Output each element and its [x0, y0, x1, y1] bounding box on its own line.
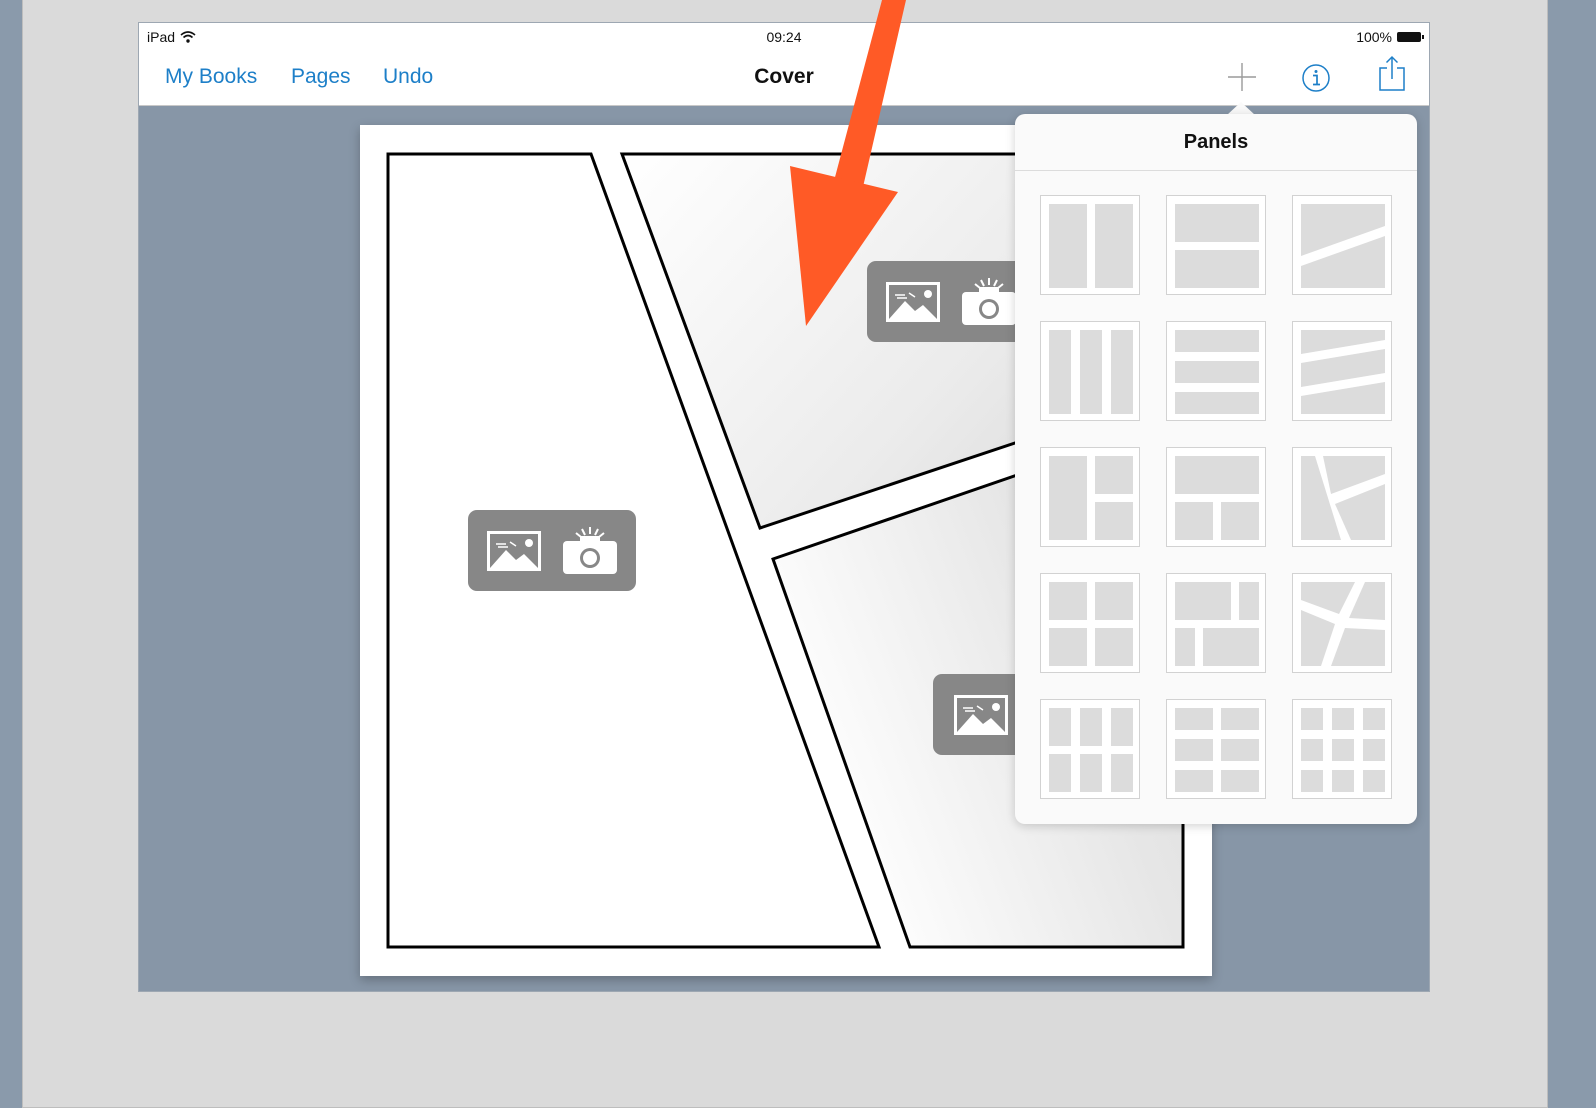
row-plus-two-layout-icon — [1175, 456, 1259, 540]
six-grid-rows-layout-icon — [1049, 708, 1133, 792]
layout-two-slanted[interactable] — [1292, 195, 1392, 295]
popover-title: Panels — [1015, 114, 1417, 171]
layout-six-grid-cols[interactable] — [1166, 699, 1266, 799]
four-angled-layout-icon — [1301, 582, 1385, 666]
two-rows-layout-icon — [1175, 204, 1259, 288]
layout-row-plus-two[interactable] — [1166, 447, 1266, 547]
info-icon[interactable] — [1301, 63, 1331, 93]
layout-column-plus-two[interactable] — [1040, 447, 1140, 547]
photo-library-icon — [487, 530, 541, 571]
three-columns-layout-icon — [1049, 330, 1133, 414]
camera-icon — [563, 526, 617, 574]
layout-three-slanted[interactable] — [1292, 321, 1392, 421]
layout-three-angled[interactable] — [1292, 447, 1392, 547]
column-plus-two-layout-icon — [1049, 456, 1133, 540]
camera-icon — [962, 277, 1016, 325]
layout-three-columns[interactable] — [1040, 321, 1140, 421]
battery-percent: 100% — [1356, 29, 1392, 45]
layout-three-rows[interactable] — [1166, 321, 1266, 421]
six-grid-cols-layout-icon — [1175, 708, 1259, 792]
plus-icon[interactable] — [1227, 61, 1257, 95]
layout-two-columns[interactable] — [1040, 195, 1140, 295]
status-right: 100% — [1356, 29, 1424, 45]
nine-grid-layout-icon — [1301, 708, 1385, 792]
layout-four-angled[interactable] — [1292, 573, 1392, 673]
four-mixed-layout-icon — [1175, 582, 1259, 666]
layout-two-rows[interactable] — [1166, 195, 1266, 295]
photo-library-icon — [954, 694, 1008, 735]
battery-icon — [1397, 32, 1424, 42]
layout-six-grid-rows[interactable] — [1040, 699, 1140, 799]
two-slanted-layout-icon — [1301, 204, 1385, 288]
layout-four-grid[interactable] — [1040, 573, 1140, 673]
media-picker-button[interactable] — [468, 510, 636, 591]
layout-nine-grid[interactable] — [1292, 699, 1392, 799]
four-grid-layout-icon — [1049, 582, 1133, 666]
panels-popover: Panels — [1015, 114, 1417, 824]
three-angled-layout-icon — [1301, 456, 1385, 540]
share-icon[interactable] — [1378, 55, 1406, 93]
layout-four-mixed[interactable] — [1166, 573, 1266, 673]
three-rows-layout-icon — [1175, 330, 1259, 414]
two-columns-layout-icon — [1049, 204, 1133, 288]
panel-layout-grid — [1040, 195, 1392, 799]
annotation-arrow-icon — [790, 0, 906, 326]
three-slanted-layout-icon — [1301, 330, 1385, 414]
